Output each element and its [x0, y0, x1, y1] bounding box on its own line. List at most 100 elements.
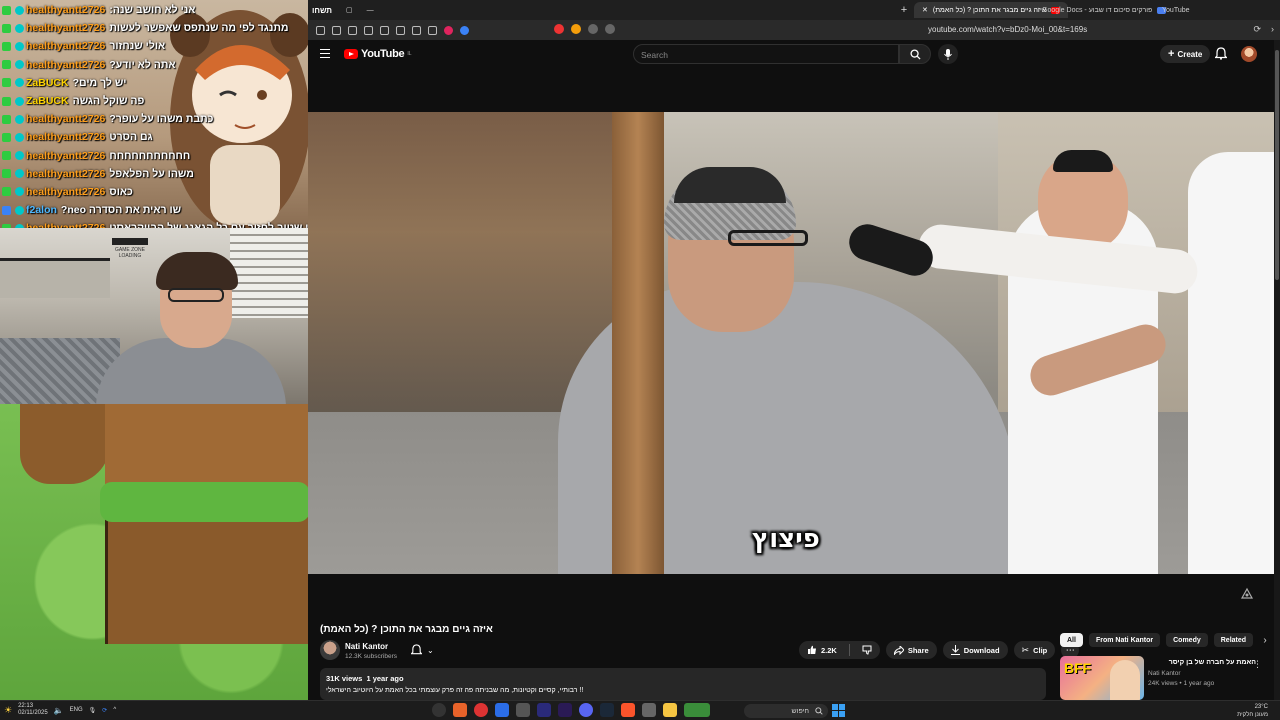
chat-username[interactable]: healthyantt2726: [26, 186, 105, 198]
channel-avatar[interactable]: [320, 640, 340, 660]
video-player[interactable]: פיצוץ: [308, 112, 1274, 574]
miniplayer-icon[interactable]: [1240, 586, 1254, 600]
chat-icon[interactable]: [428, 25, 437, 35]
voice-search-button[interactable]: [938, 44, 958, 64]
photos-app-icon[interactable]: [516, 703, 530, 717]
sync-tray-icon[interactable]: ⟳: [102, 707, 107, 714]
chat-username[interactable]: healthyantt2726: [26, 113, 105, 125]
vertical-menu-icon[interactable]: ⋮: [1253, 659, 1262, 670]
like-button[interactable]: 2.2K: [799, 641, 845, 659]
calculator-app-icon[interactable]: [642, 703, 656, 717]
page-scrollbar[interactable]: [1274, 40, 1280, 700]
share-icon: [893, 645, 904, 655]
brave-shield-icon[interactable]: [571, 24, 581, 34]
pen-icon[interactable]: [348, 25, 357, 35]
chat-username[interactable]: healthyantt2726: [26, 131, 105, 143]
chat-username[interactable]: ZaBUCK: [26, 95, 69, 107]
chat-username[interactable]: healthyantt2726: [26, 4, 105, 16]
volume-icon[interactable]: 🔈: [54, 706, 64, 715]
minimize-icon[interactable]: —: [367, 7, 374, 14]
display-icon[interactable]: [605, 24, 615, 34]
chat-sub-badge-icon: [15, 114, 24, 124]
chat-badge-icon: [2, 78, 11, 88]
recommended-title[interactable]: האמת על חברה של בן קיסר: [1148, 659, 1256, 666]
game-app-icon[interactable]: [684, 703, 710, 717]
taskbar-search[interactable]: חיפוש: [744, 704, 828, 718]
account-avatar[interactable]: [1241, 46, 1257, 62]
chip-comedy[interactable]: Comedy: [1166, 633, 1208, 647]
chat-text: חחחחחחחחחחח: [109, 149, 191, 162]
file-explorer-app-icon[interactable]: [663, 703, 677, 717]
obs-app-icon[interactable]: [432, 703, 446, 717]
clip-button[interactable]: ✂ Clip: [1013, 641, 1056, 659]
chrome-app-icon[interactable]: [474, 703, 488, 717]
premiere-app-icon[interactable]: [558, 703, 572, 717]
subscription-bell-button[interactable]: ⌄: [411, 642, 441, 658]
related-chips: All From Nati Kantor Comedy Related ›: [1060, 633, 1271, 647]
search-input[interactable]: Search: [633, 44, 899, 64]
messenger-icon[interactable]: [460, 25, 469, 35]
chat-username[interactable]: healthyantt2726: [26, 40, 105, 52]
tab-close-icon[interactable]: ✕: [922, 6, 928, 14]
back-icon[interactable]: [588, 24, 598, 34]
clock[interactable]: 22:13 02/11/2025: [18, 703, 48, 717]
chip-from-channel[interactable]: From Nati Kantor: [1088, 633, 1161, 647]
chevron-right-icon[interactable]: ›: [1259, 635, 1271, 646]
instagram-icon[interactable]: [444, 25, 453, 35]
tray-overflow-icon[interactable]: ^: [113, 707, 116, 713]
description-box[interactable]: 31K views 1 year ago רבותיי, קסיים וקטיו…: [320, 668, 1046, 700]
screen: healthyantt2726:אני לא חושב שנה healthyan…: [0, 0, 1280, 720]
new-tab-button[interactable]: +: [896, 2, 912, 18]
chat-username[interactable]: healthyantt2726: [26, 168, 105, 180]
like-dislike-group: 2.2K: [799, 641, 880, 659]
share-button[interactable]: Share: [885, 641, 937, 659]
docs-app-icon[interactable]: [495, 703, 509, 717]
chat-username[interactable]: healthyantt2726: [26, 59, 105, 71]
app-orange-icon[interactable]: [453, 703, 467, 717]
channel-name[interactable]: Nati Kantor: [345, 642, 388, 651]
forward-icon[interactable]: ›: [1271, 24, 1274, 35]
steam-app-icon[interactable]: [600, 703, 614, 717]
download-button[interactable]: Download: [942, 641, 1008, 659]
chat-sub-badge-icon: [15, 41, 24, 51]
mic-tray-icon[interactable]: 🎙: [89, 707, 97, 714]
brave-app-icon[interactable]: [621, 703, 635, 717]
chat-text: פה שוקל הגשה: [72, 95, 145, 108]
weather-widget-icon[interactable]: ☀: [4, 705, 12, 716]
dislike-button[interactable]: [854, 641, 880, 659]
chat-badge-icon: [2, 23, 11, 33]
chat-text: ?neo שו ראית את הסדרה: [60, 204, 182, 217]
wallet-icon[interactable]: [364, 25, 373, 35]
language-indicator[interactable]: ENG: [70, 707, 83, 713]
reload-icon[interactable]: ⟳: [1253, 24, 1261, 35]
tab-youtube[interactable]: YouTube: [1154, 2, 1198, 18]
recommended-thumbnail[interactable]: BFF: [1060, 656, 1144, 700]
address-bar[interactable]: youtube.com/watch?v=bDz0-Moi_00&t=169s: [928, 25, 1087, 34]
after-effects-app-icon[interactable]: [537, 703, 551, 717]
chat-username[interactable]: f2alon: [26, 204, 57, 216]
hamburger-menu-icon[interactable]: [320, 49, 330, 58]
search-button[interactable]: [899, 44, 931, 64]
start-button-icon[interactable]: [832, 704, 845, 717]
chat-sub-badge-icon: [15, 205, 24, 215]
recommended-video[interactable]: BFF האמת על חברה של בן קיסר Nati Kantor …: [1060, 656, 1262, 700]
chat-username[interactable]: healthyantt2726: [26, 150, 105, 162]
chat-text: ?יש לך מים: [72, 76, 127, 89]
discord-app-icon[interactable]: [579, 703, 593, 717]
alert-icon[interactable]: [554, 24, 564, 34]
create-button[interactable]: + Create: [1160, 45, 1211, 63]
chip-related[interactable]: Related: [1213, 633, 1254, 647]
extension-icon[interactable]: [332, 25, 341, 35]
calendar-icon[interactable]: [412, 25, 421, 35]
weather-info[interactable]: 23°C מעונן חלקית: [1237, 703, 1268, 719]
chat-username[interactable]: ZaBUCK: [26, 77, 69, 89]
music-icon[interactable]: [396, 25, 405, 35]
chip-all[interactable]: All: [1060, 633, 1083, 647]
youtube-logo[interactable]: YouTube IL: [344, 48, 412, 60]
panel-icon[interactable]: [380, 25, 389, 35]
sidebar-icon[interactable]: [316, 25, 325, 35]
description-meta: 31K views 1 year ago: [326, 674, 404, 683]
chat-username[interactable]: healthyantt2726: [26, 22, 105, 34]
notifications-bell-icon[interactable]: [1215, 47, 1227, 60]
maximize-icon[interactable]: ▢: [346, 6, 353, 14]
